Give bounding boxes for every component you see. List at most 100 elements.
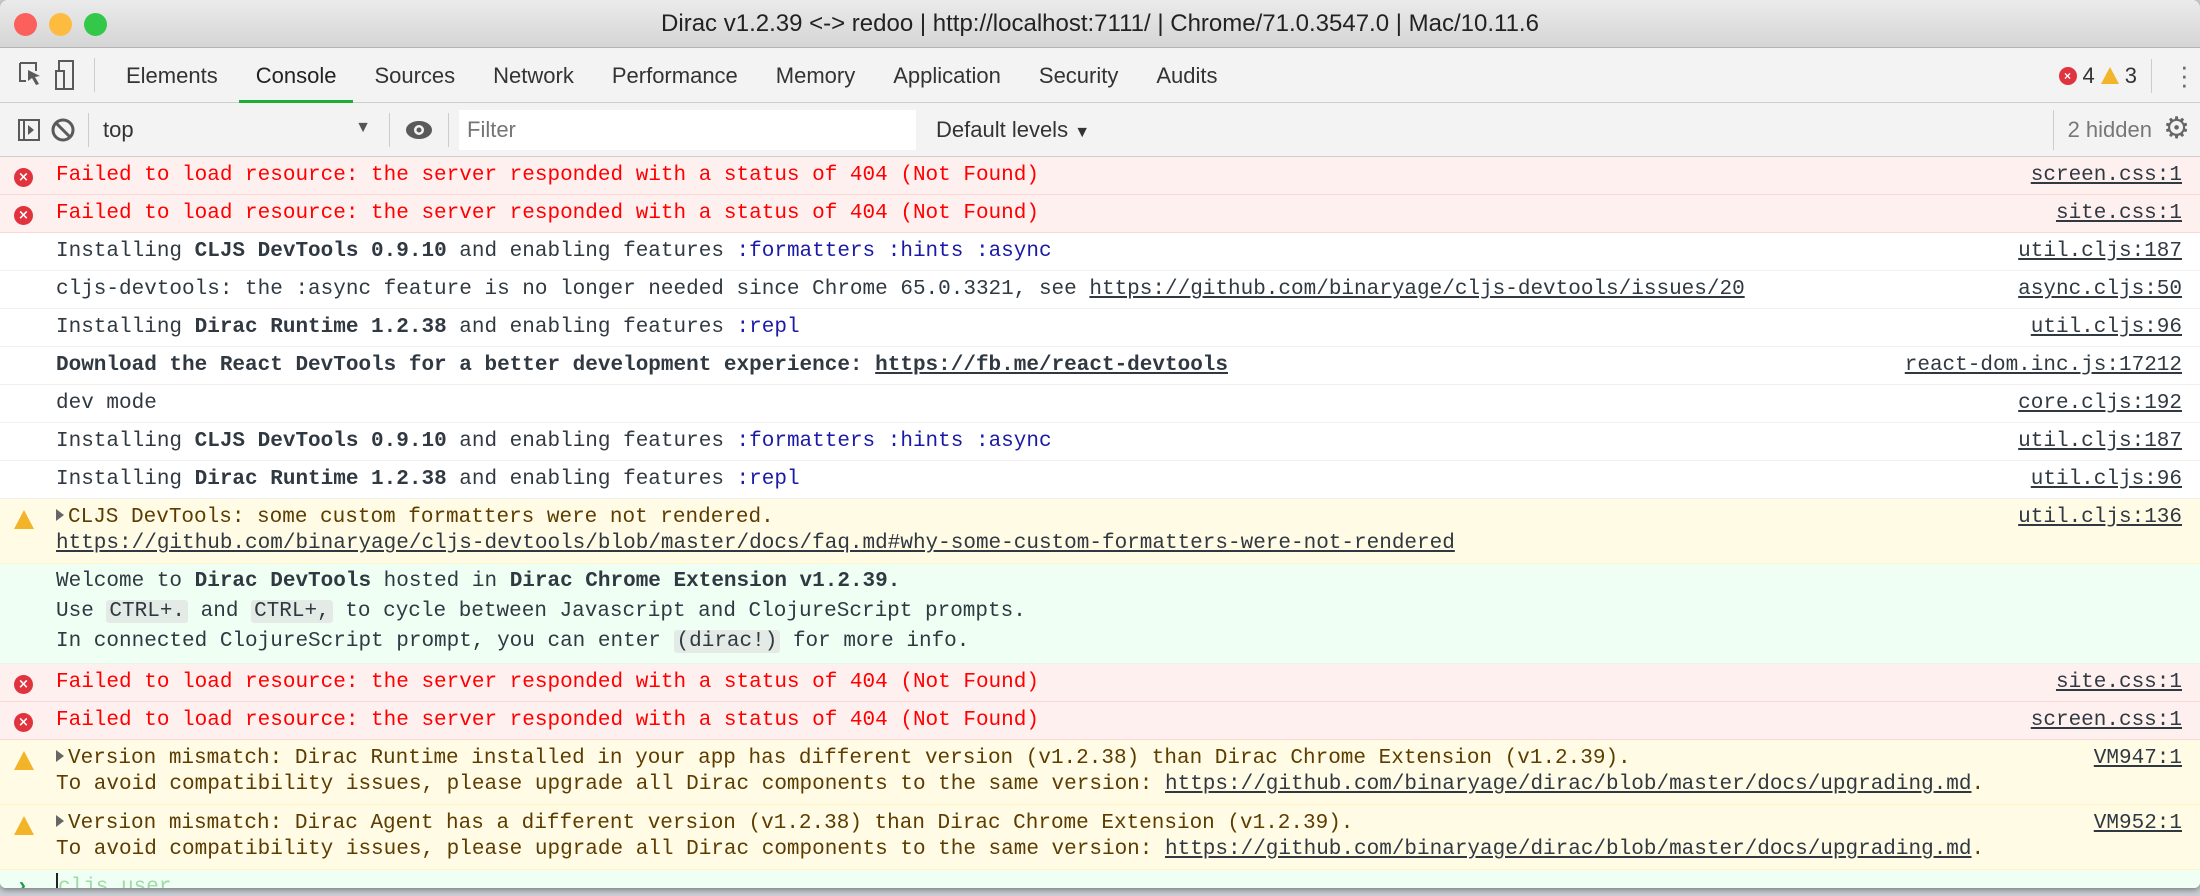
dropdown-arrow-icon: ▼ (355, 118, 371, 136)
tab-application[interactable]: Application (874, 48, 1020, 103)
context-value: top (103, 116, 134, 142)
tab-audits[interactable]: Audits (1137, 48, 1236, 103)
show-sidebar-icon[interactable] (12, 110, 46, 150)
message-text: Download the React DevTools for a better… (56, 354, 876, 377)
source-link[interactable]: util.cljs:136 (2018, 505, 2182, 531)
console-message-info: Installing Dirac Runtime 1.2.38 and enab… (0, 309, 2200, 347)
message-text: Dirac Chrome Extension v1.2.39. (509, 570, 901, 593)
message-line: Installing Dirac Runtime 1.2.38 and enab… (56, 467, 1970, 493)
tab-performance[interactable]: Performance (593, 48, 757, 103)
message-text: Use (56, 600, 107, 623)
tab-security[interactable]: Security (1020, 48, 1137, 103)
source-link[interactable]: react-dom.inc.js:17212 (1905, 353, 2182, 379)
source-link[interactable]: core.cljs:192 (2018, 391, 2182, 417)
message-text: CLJS DevTools: some custom formatters we… (68, 506, 774, 529)
context-selector[interactable]: top ▼ (93, 117, 383, 143)
settings-gear-icon[interactable]: ⚙ (2163, 114, 2190, 144)
console-prompt[interactable]: › cljs.user (0, 870, 2200, 888)
tab-network[interactable]: Network (474, 48, 593, 103)
close-button[interactable] (14, 13, 37, 36)
device-toolbar-icon[interactable] (48, 55, 82, 95)
tab-console[interactable]: Console (237, 48, 356, 103)
message-line: dev mode (56, 391, 1970, 417)
console-message-warning: CLJS DevTools: some custom formatters we… (0, 499, 2200, 564)
message-text: Welcome to (56, 570, 195, 593)
message-line: Download the React DevTools for a better… (56, 353, 1970, 379)
error-icon: × (2058, 66, 2077, 85)
source-link[interactable]: util.cljs:187 (2018, 429, 2182, 455)
console-message-error: × Failed to load resource: the server res… (0, 157, 2200, 195)
expand-triangle-icon[interactable] (56, 815, 64, 827)
message-text: Version mismatch: Dirac Runtime installe… (68, 747, 1631, 770)
message-text: Installing (56, 468, 195, 491)
message-line: Installing CLJS DevTools 0.9.10 and enab… (56, 429, 1970, 455)
source-link[interactable]: util.cljs:187 (2018, 239, 2182, 265)
message-text: To avoid compatibility issues, please up… (56, 838, 1165, 861)
log-levels-dropdown[interactable]: Default levels ▼ (936, 117, 1090, 143)
console-message-error: × Failed to load resource: the server res… (0, 195, 2200, 233)
source-link[interactable]: async.cljs:50 (2018, 277, 2182, 303)
message-text: :repl (736, 468, 800, 491)
console-messages: × Failed to load resource: the server res… (0, 157, 2200, 870)
divider (88, 112, 89, 147)
source-link[interactable]: site.css:1 (2056, 670, 2182, 696)
message-text: Installing (56, 316, 195, 339)
error-icon: × (14, 206, 33, 225)
source-link[interactable]: screen.css:1 (2031, 708, 2182, 734)
tab-elements[interactable]: Elements (107, 48, 237, 103)
message-link[interactable]: https://github.com/binaryage/cljs-devtoo… (1089, 278, 1744, 301)
console-message-error: × Failed to load resource: the server res… (0, 664, 2200, 702)
message-text: and (188, 600, 252, 623)
console-message-info: dev mode core.cljs:192 (0, 385, 2200, 423)
console-message-info: Installing Dirac Runtime 1.2.38 and enab… (0, 461, 2200, 499)
source-link[interactable]: util.cljs:96 (2031, 467, 2182, 493)
message-text: Failed to load resource: the server resp… (56, 671, 1039, 694)
message-text: for more info. (780, 630, 970, 653)
expand-triangle-icon[interactable] (56, 509, 64, 521)
issue-counts[interactable]: × 4 3 (2058, 48, 2152, 103)
console-toolbar: top ▼ Default levels ▼ 2 hidden ⚙ (0, 103, 2200, 157)
message-text: In connected ClojureScript prompt, you c… (56, 630, 674, 653)
source-link[interactable]: util.cljs:96 (2031, 315, 2182, 341)
message-link[interactable]: https://fb.me/react-devtools (875, 354, 1228, 377)
message-line: Failed to load resource: the server resp… (56, 201, 1970, 227)
error-icon: × (14, 713, 33, 732)
message-line: In connected ClojureScript prompt, you c… (56, 627, 1970, 657)
source-link[interactable]: VM947:1 (2094, 746, 2182, 772)
message-link[interactable]: https://github.com/binaryage/dirac/blob/… (1165, 773, 1972, 796)
source-link[interactable]: screen.css:1 (2031, 163, 2182, 189)
message-text: Dirac DevTools (194, 570, 372, 593)
more-options-icon[interactable]: · · · (2180, 53, 2189, 97)
zoom-button[interactable] (84, 13, 107, 36)
message-line: CLJS DevTools: some custom formatters we… (56, 505, 1970, 531)
console-message-info: Installing CLJS DevTools 0.9.10 and enab… (0, 423, 2200, 461)
error-count: 4 (2082, 62, 2095, 88)
tab-memory[interactable]: Memory (757, 48, 874, 103)
prompt-chevron-icon: › (16, 876, 29, 888)
inspect-element-icon[interactable] (14, 55, 48, 95)
message-link[interactable]: https://github.com/binaryage/dirac/blob/… (1165, 838, 1972, 861)
message-line: Version mismatch: Dirac Agent has a diff… (56, 811, 1970, 837)
log-levels-label: Default levels (936, 116, 1069, 142)
clear-console-icon[interactable] (46, 110, 80, 150)
filter-input[interactable] (459, 109, 916, 150)
expand-triangle-icon[interactable] (56, 750, 64, 762)
warning-count: 3 (2124, 62, 2137, 88)
prompt-placeholder: cljs.user (58, 876, 172, 888)
live-expression-eye-icon[interactable] (402, 110, 436, 150)
message-text: and enabling features (446, 316, 737, 339)
minimize-button[interactable] (49, 13, 72, 36)
message-link[interactable]: https://github.com/binaryage/cljs-devtoo… (56, 532, 1455, 555)
message-text: and enabling features (446, 430, 737, 453)
console-message-info: Installing CLJS DevTools 0.9.10 and enab… (0, 233, 2200, 271)
message-text: hosted in (371, 570, 510, 593)
divider (94, 58, 95, 92)
tab-sources[interactable]: Sources (355, 48, 474, 103)
message-text: to cycle between Javascript and ClojureS… (332, 600, 1026, 623)
message-line: Failed to load resource: the server resp… (56, 670, 1970, 696)
source-link[interactable]: site.css:1 (2056, 201, 2182, 227)
message-text: Installing (56, 240, 195, 263)
message-line: https://github.com/binaryage/cljs-devtoo… (56, 531, 1970, 557)
message-text: . (1971, 838, 1985, 861)
source-link[interactable]: VM952:1 (2094, 811, 2182, 837)
